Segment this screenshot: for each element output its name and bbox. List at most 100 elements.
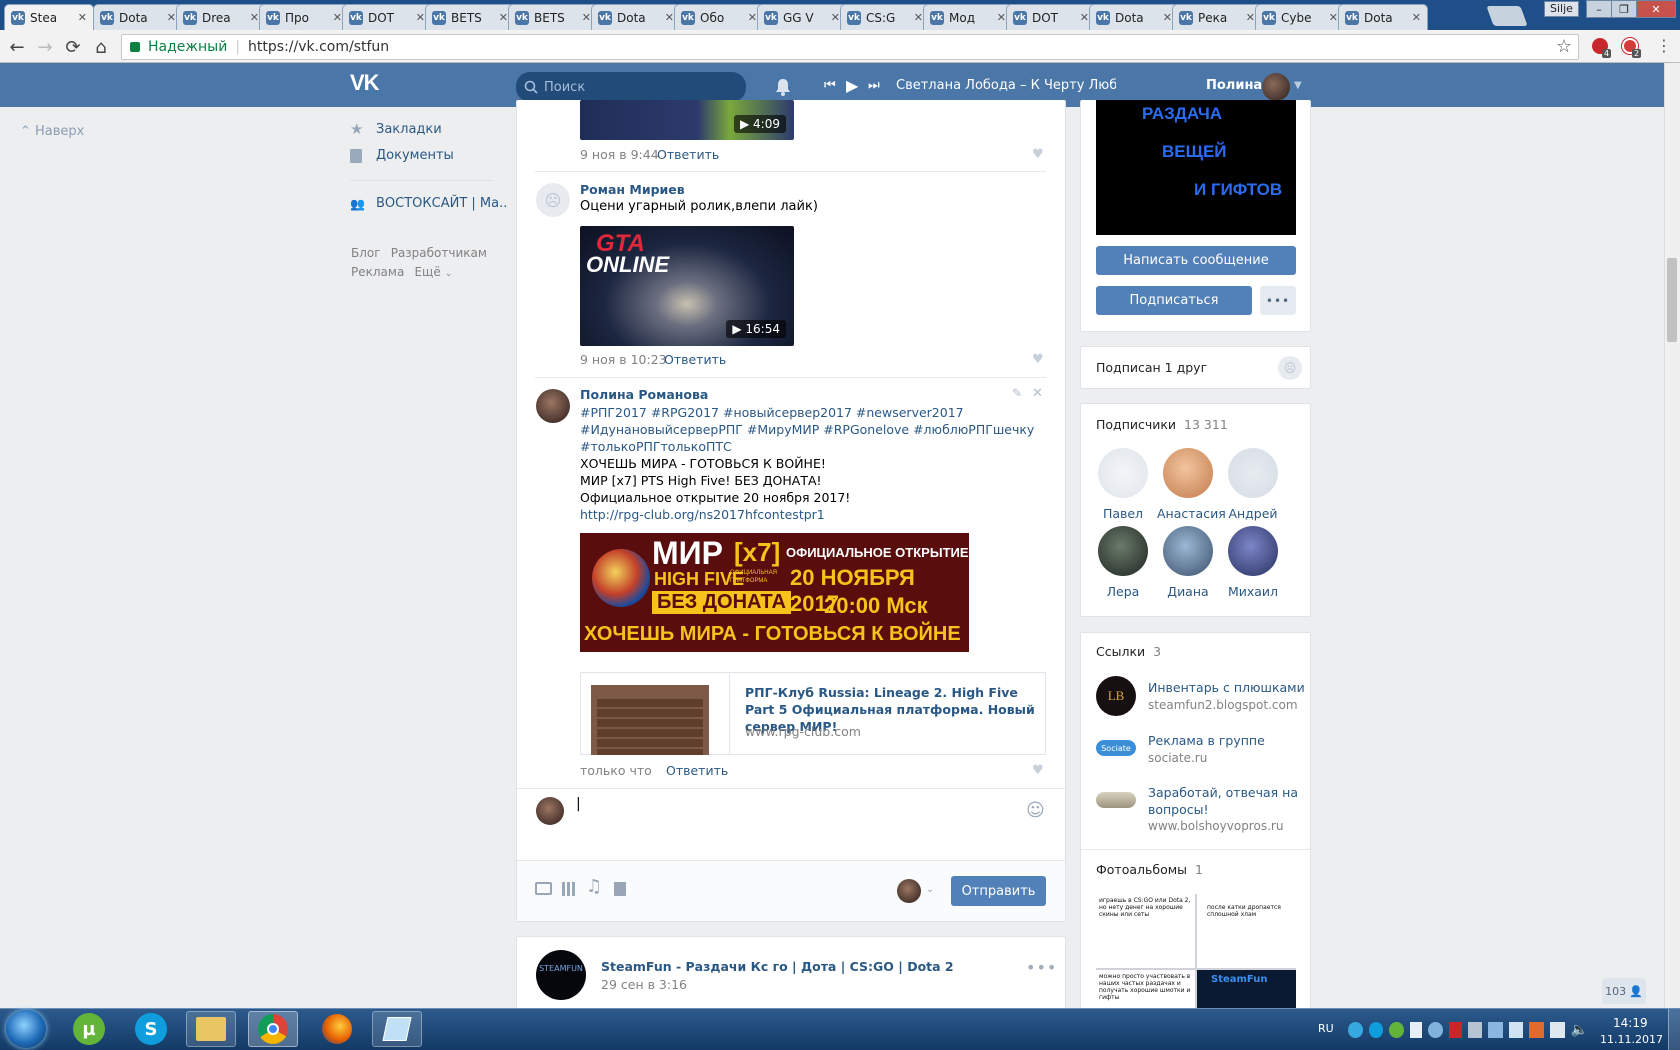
tray-icon[interactable] [1529,1022,1544,1038]
comment-url[interactable]: http://rpg-club.org/ns2017hfcontestpr1 [580,506,1040,523]
subscriber-name[interactable]: Михаил [1222,584,1284,599]
skype-taskbar-icon[interactable]: S [126,1011,176,1047]
comment-input[interactable]: | [576,796,1020,852]
sidebar-item-bookmarks[interactable]: ★ Закладки [350,120,442,138]
menu-icon[interactable]: ⋮ [1656,36,1672,55]
utorrent-tray-icon[interactable] [1389,1022,1404,1038]
chevron-down-icon[interactable]: ▼ [1294,80,1302,91]
attach-photo-icon[interactable] [535,882,552,895]
group-avatar[interactable]: STEAMFUN [536,950,586,1000]
now-playing-text[interactable]: Светлана Лобода – К Черту Любо... [896,78,1116,93]
subscriber-name[interactable]: Анастасия [1157,506,1226,521]
link-domain[interactable]: www.bolshoyvopros.ru [1148,819,1283,833]
subscriber-item[interactable]: Андрей [1222,448,1284,521]
subscriber-item[interactable]: Михаил [1222,526,1284,599]
tray-icon[interactable] [1428,1022,1443,1038]
browser-tab[interactable]: vk DOT ✕ [342,4,432,30]
subscriber-item[interactable]: Анастасия [1157,448,1226,521]
new-tab-button[interactable] [1486,6,1528,26]
subscriber-avatar[interactable] [1098,526,1148,576]
like-heart-icon[interactable]: ♥ [1032,352,1044,367]
tab-close-icon[interactable]: ✕ [167,11,176,24]
browser-tab[interactable]: vk CS:G ✕ [840,4,930,30]
browser-tab[interactable]: vk DOT ✕ [1006,4,1096,30]
browser-tab[interactable]: vk Drea ✕ [176,4,266,30]
comment-avatar[interactable] [536,389,570,423]
link-icon-bolshoyvopros[interactable] [1096,792,1136,808]
link-title[interactable]: Заработай, отвечая на вопросы! [1148,784,1298,818]
reply-link[interactable]: Ответить [666,763,728,778]
link-domain[interactable]: sociate.ru [1148,751,1207,765]
browser-tab[interactable]: vk Dota ✕ [591,4,681,30]
clock-time[interactable]: 14:19 [1613,1016,1648,1030]
comment-avatar[interactable]: ☹ [536,183,570,217]
reload-icon[interactable]: ⟳ [62,36,84,58]
footer-link-ads[interactable]: Реклама [351,265,404,279]
user-name[interactable]: Полина [1206,78,1262,93]
tab-close-icon[interactable]: ✕ [831,11,840,24]
url-text[interactable]: https://vk.com/stfun [248,39,389,55]
more-dots-icon[interactable]: ••• [1026,958,1057,977]
notifications-bell-icon[interactable] [774,77,792,97]
explorer-taskbar-icon[interactable] [186,1011,236,1047]
tray-icon[interactable] [1508,1022,1524,1038]
chevron-down-icon[interactable]: ⌄ [926,884,934,895]
comment-author[interactable]: Полина Романова [580,387,708,402]
start-button[interactable] [6,1010,46,1048]
footer-link-more[interactable]: Ещё [414,265,440,279]
reply-link[interactable]: Ответить [664,352,726,367]
tab-close-icon[interactable]: ✕ [78,11,87,24]
tab-close-icon[interactable]: ✕ [250,11,259,24]
link-icon-sociate[interactable]: Sociate [1096,740,1136,756]
browser-tab[interactable]: vk Мод ✕ [923,4,1013,30]
notepad-taskbar-icon[interactable] [372,1011,422,1047]
subscriber-avatar[interactable] [1098,448,1148,498]
forward-arrow-icon[interactable]: → [34,36,56,58]
comment-date[interactable]: только что [580,763,652,778]
search-input[interactable]: Поиск [516,72,746,102]
scrollbar-thumb[interactable] [1667,258,1677,342]
browser-tab[interactable]: vk Обо ✕ [674,4,764,30]
send-button[interactable]: Отправить [951,876,1046,906]
browser-tab[interactable]: vk Река ✕ [1172,4,1262,30]
browser-tab[interactable]: vk Про ✕ [259,4,349,30]
attach-document-icon[interactable] [614,882,626,896]
browser-tab[interactable]: vk Stea ✕ [4,4,94,30]
browser-tab[interactable]: vk Dota ✕ [1338,4,1428,30]
attach-music-icon[interactable]: ♫ [586,876,602,897]
play-icon[interactable]: ▶ [846,76,858,95]
subscriber-avatar[interactable] [1163,526,1213,576]
edit-pencil-icon[interactable]: ✎ [1012,386,1022,400]
browser-tab[interactable]: vk GG V ✕ [757,4,847,30]
home-icon[interactable]: ⌂ [90,36,112,58]
video-thumbnail[interactable]: GTA ONLINE ▶ 16:54 [580,226,794,346]
tab-close-icon[interactable]: ✕ [665,11,674,24]
link-snippet[interactable]: РПГ-Клуб Russia: Lineage 2. High Five Pa… [580,672,1046,755]
friend-avatar[interactable]: ☹ [1278,356,1302,380]
address-bar[interactable]: Надежный | https://vk.com/stfun [121,34,1579,60]
tab-close-icon[interactable]: ✕ [1246,11,1255,24]
emoji-smile-icon[interactable]: ☺ [1026,800,1045,821]
browser-tab[interactable]: vk BETS ✕ [425,4,515,30]
tab-close-icon[interactable]: ✕ [1080,11,1089,24]
albums-header[interactable]: Фотоальбомы 1 [1096,862,1203,877]
language-indicator[interactable]: RU [1318,1022,1334,1035]
bookmark-star-icon[interactable]: ☆ [1556,36,1572,57]
prev-track-icon[interactable]: ⏮ [824,78,836,93]
hashtags-line[interactable]: #толькоРПГтолькоПТС [580,438,1040,455]
link-title[interactable]: Реклама в группе [1148,733,1265,748]
comment-author[interactable]: Роман Мириев [580,182,685,197]
tab-close-icon[interactable]: ✕ [748,11,757,24]
tab-close-icon[interactable]: ✕ [997,11,1006,24]
reply-link[interactable]: Ответить [657,147,719,162]
minimize-button[interactable]: – [1586,0,1612,18]
tab-close-icon[interactable]: ✕ [1329,11,1338,24]
post-as-avatar[interactable] [897,879,921,903]
group-cover-image[interactable]: РАЗДАЧА ВЕЩЕЙ И ГИФТОВ [1096,100,1296,235]
hashtags-line[interactable]: #РПГ2017 #RPG2017 #новыйсервер2017 #news… [580,404,1040,421]
footer-link-developers[interactable]: Разработчикам [391,246,487,260]
promo-banner-image[interactable]: МИР [x7] HIGH FIVE ОФИЦИАЛЬНАЯ ПЛАТФОРМА… [580,533,969,652]
clock-date[interactable]: 11.11.2017 [1600,1033,1663,1046]
tray-icon[interactable] [1449,1022,1462,1038]
more-actions-button[interactable]: ••• [1260,286,1296,315]
